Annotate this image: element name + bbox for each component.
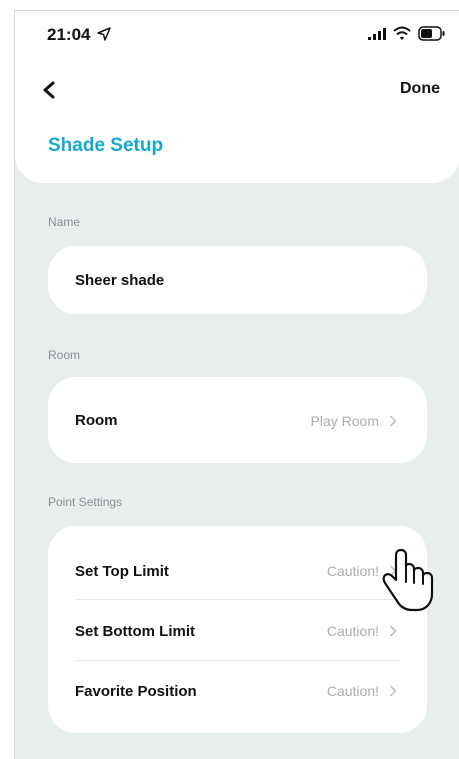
name-field[interactable]: Sheer shade <box>48 246 427 314</box>
section-label-point-settings: Point Settings <box>48 495 123 509</box>
chevron-right-icon <box>389 685 397 697</box>
row-value: Caution! <box>326 623 379 639</box>
battery-icon <box>418 26 445 41</box>
favorite-position-row[interactable]: Favorite Position Caution! <box>48 661 427 733</box>
row-title: Set Top Limit <box>75 563 169 580</box>
header: 21:04 Done Shade Setup <box>15 11 459 183</box>
back-chevron-icon[interactable] <box>41 81 57 99</box>
row-value: Caution! <box>326 683 379 699</box>
room-row[interactable]: Room Play Room <box>48 377 427 463</box>
chevron-right-icon <box>389 625 397 637</box>
location-arrow-icon <box>97 27 111 41</box>
section-label-name: Name <box>48 215 81 229</box>
row-title: Favorite Position <box>75 683 197 700</box>
set-bottom-limit-row[interactable]: Set Bottom Limit Caution! <box>48 600 427 660</box>
status-time: 21:04 <box>47 25 91 44</box>
page-title: Shade Setup <box>48 135 164 156</box>
chevron-right-icon <box>389 415 397 427</box>
name-value: Sheer shade <box>75 272 165 289</box>
done-button[interactable]: Done <box>400 80 440 98</box>
room-row-value: Play Room <box>310 413 379 429</box>
section-label-room: Room <box>48 348 81 362</box>
point-settings-card: Set Top Limit Caution! Set Bottom Limit … <box>48 526 427 733</box>
row-value: Caution! <box>326 563 379 579</box>
set-top-limit-row[interactable]: Set Top Limit Caution! <box>48 526 427 599</box>
room-row-title: Room <box>75 412 118 429</box>
row-title: Set Bottom Limit <box>75 623 195 640</box>
hand-pointer-icon <box>382 548 434 612</box>
wifi-icon <box>393 26 411 40</box>
signal-icon <box>368 28 386 40</box>
phone-screen: 21:04 Done Shade Setup Name Sheer shade <box>14 10 459 759</box>
